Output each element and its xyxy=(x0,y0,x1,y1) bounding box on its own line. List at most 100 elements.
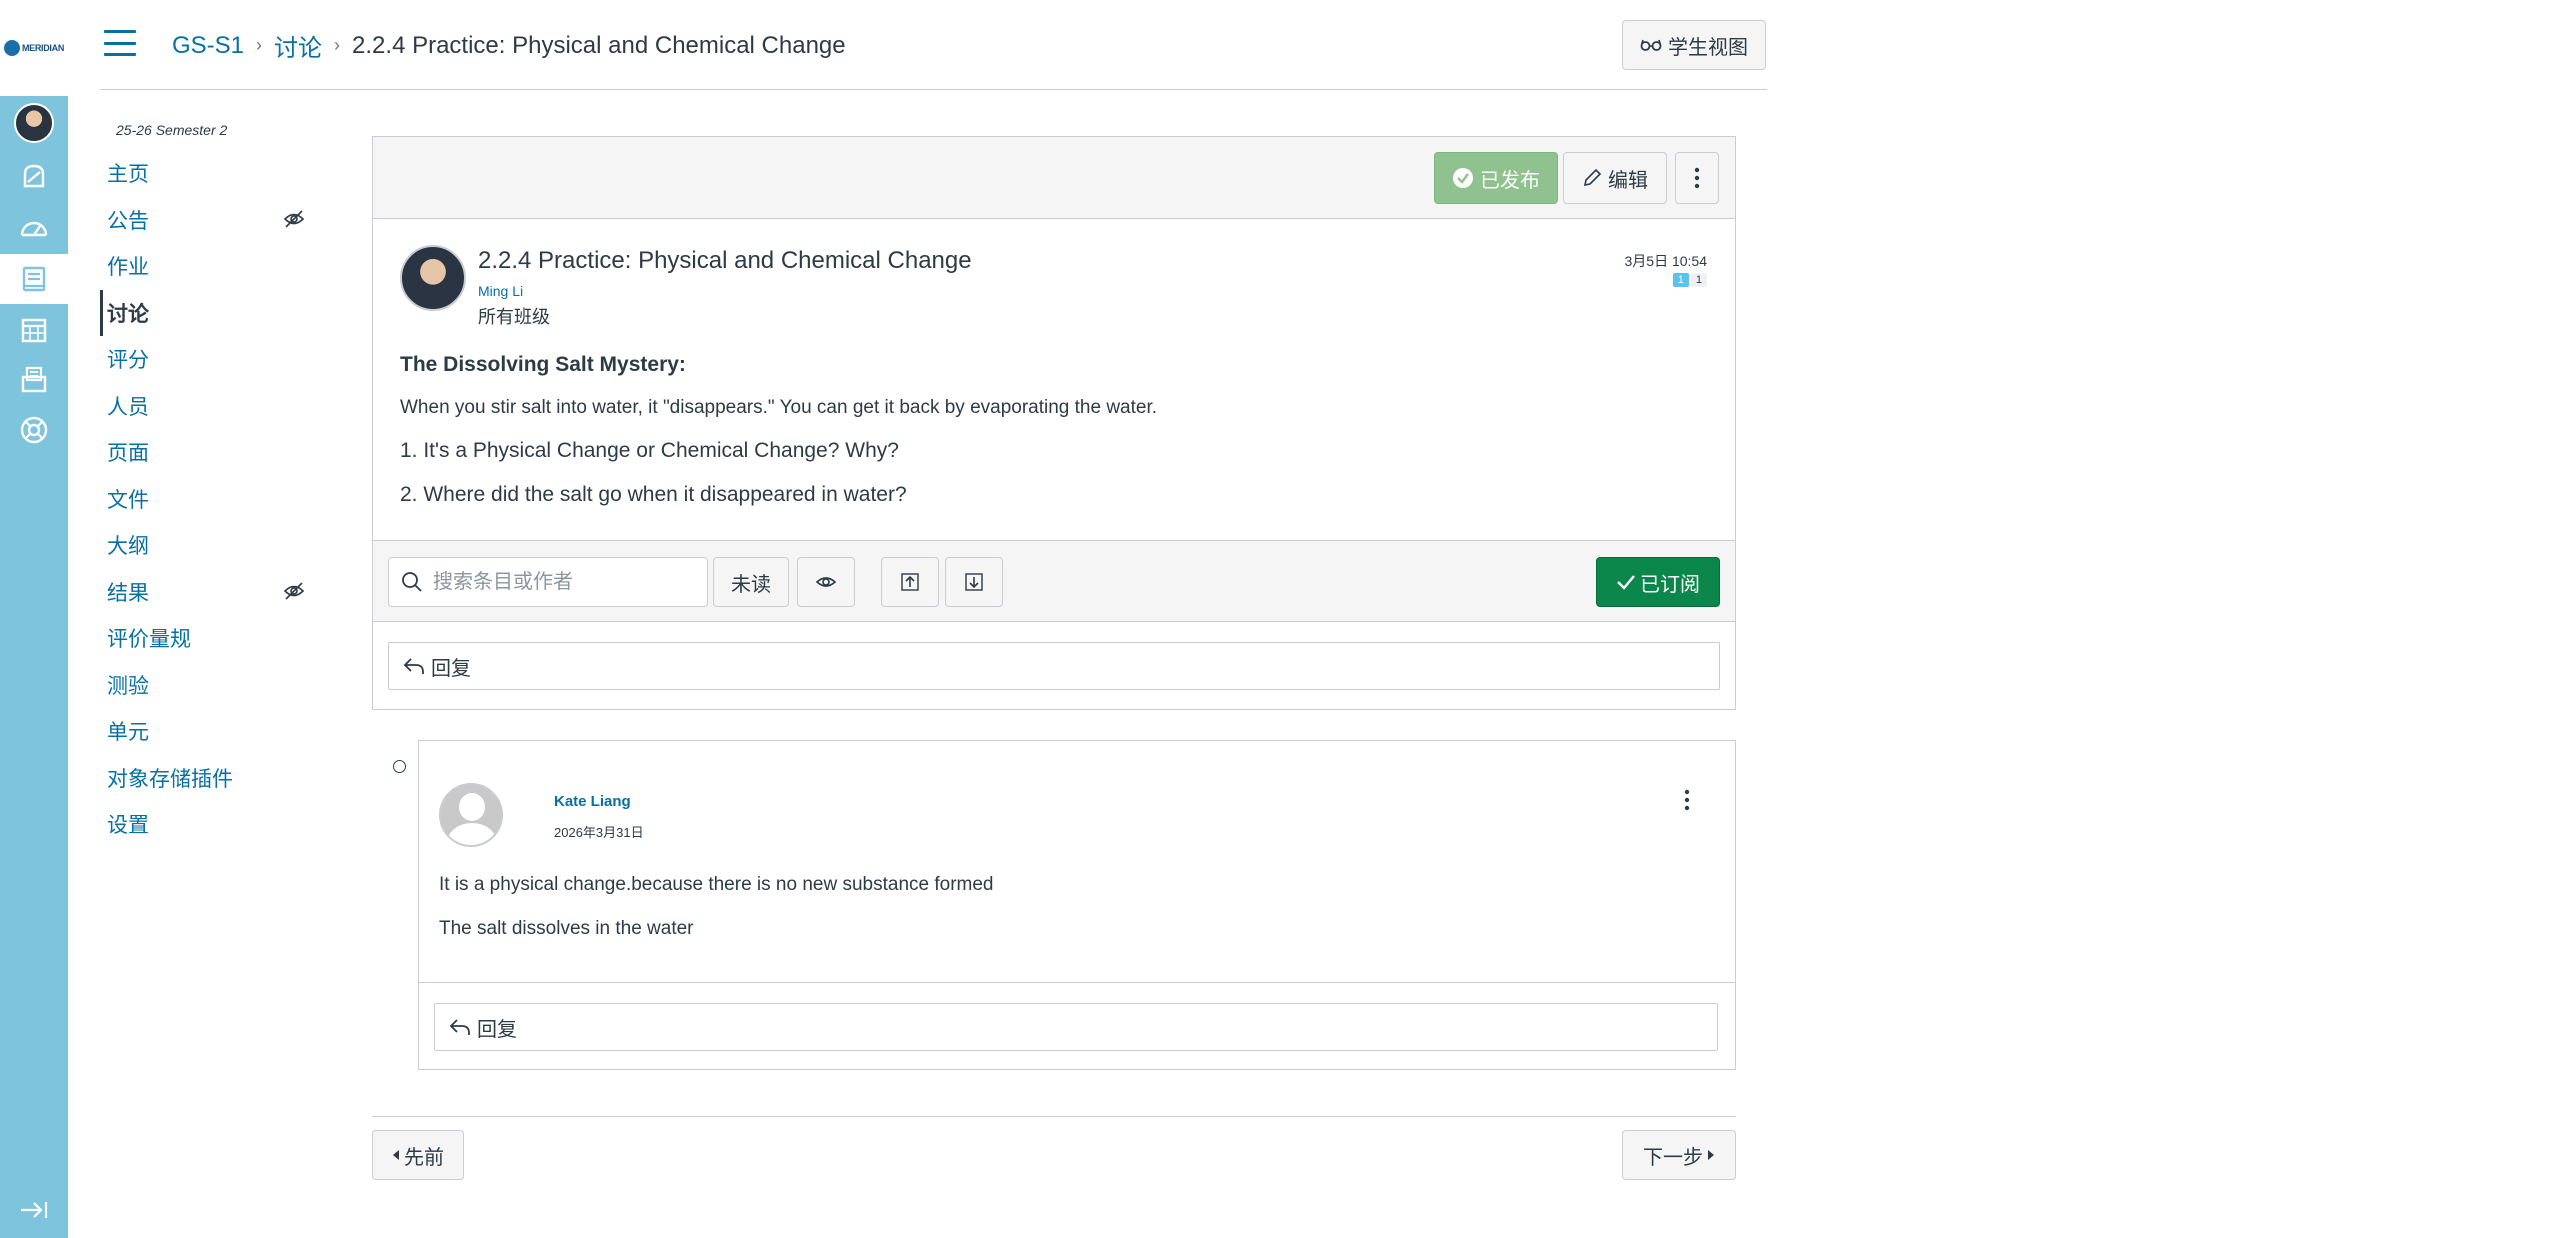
course-nav-syllabus[interactable]: 大纲 xyxy=(100,522,320,569)
course-nav-label: 结果 xyxy=(107,581,149,605)
course-nav-files[interactable]: 文件 xyxy=(100,476,320,523)
breadcrumb-course[interactable]: GS-S1 xyxy=(172,32,244,60)
course-nav-label: 讨论 xyxy=(107,302,149,326)
page-header: GS-S1 › 讨论 › 2.2.4 Practice: Physical an… xyxy=(100,0,1767,90)
unread-count-badge: 1 xyxy=(1672,273,1689,287)
reply-arrow-icon xyxy=(403,658,424,674)
collapse-replies-button[interactable] xyxy=(881,557,939,607)
next-button[interactable]: 下一步 xyxy=(1622,1130,1736,1180)
course-nav-rubrics[interactable]: 评价量规 xyxy=(100,615,320,662)
unread-filter-label: 未读 xyxy=(731,573,771,596)
glasses-icon xyxy=(1640,39,1662,51)
entry-author-avatar[interactable] xyxy=(439,783,503,847)
course-nav-object-storage[interactable]: 对象存储插件 xyxy=(100,755,320,802)
course-nav-grades[interactable]: 评分 xyxy=(100,336,320,383)
read-status-indicator[interactable] xyxy=(393,760,406,773)
school-logo[interactable]: MERIDIAN xyxy=(0,0,68,96)
reply-counts: 1 1 xyxy=(1672,273,1707,287)
collapse-up-icon xyxy=(901,573,919,591)
term-label: 25-26 Semester 2 xyxy=(116,122,228,138)
topic-header: 2.2.4 Practice: Physical and Chemical Ch… xyxy=(373,219,1735,353)
course-nav-outcomes[interactable]: 结果 xyxy=(100,569,320,616)
subscribed-button[interactable]: 已订阅 xyxy=(1596,557,1720,607)
published-button[interactable]: 已发布 xyxy=(1434,152,1558,204)
course-nav-label: 测验 xyxy=(107,674,149,698)
published-label: 已发布 xyxy=(1480,169,1540,192)
entry-message: It is a physical change.because there is… xyxy=(439,874,994,962)
course-nav-home[interactable]: 主页 xyxy=(100,150,320,197)
admin-shield-icon xyxy=(23,164,45,188)
nav-help[interactable] xyxy=(0,405,68,455)
student-view-button[interactable]: 学生视图 xyxy=(1622,20,1766,70)
logo-globe-icon xyxy=(3,40,20,56)
entry-reply-label: 回复 xyxy=(477,1018,517,1041)
nav-courses[interactable] xyxy=(0,254,68,304)
collapse-nav-button[interactable] xyxy=(0,1190,68,1230)
logo-text: MERIDIAN xyxy=(21,43,65,53)
course-nav-quizzes[interactable]: 测验 xyxy=(100,662,320,709)
topic-title: 2.2.4 Practice: Physical and Chemical Ch… xyxy=(478,247,972,274)
course-nav-people[interactable]: 人员 xyxy=(100,383,320,430)
course-nav-announcements[interactable]: 公告 xyxy=(100,197,320,244)
author-avatar[interactable] xyxy=(400,245,466,311)
calendar-icon xyxy=(21,318,47,343)
nav-dashboard[interactable] xyxy=(0,203,68,253)
mark-read-button[interactable] xyxy=(797,557,855,607)
nav-inbox[interactable] xyxy=(0,355,68,405)
topic-question: 2. Where did the salt go when it disappe… xyxy=(400,483,907,506)
help-lifebuoy-icon xyxy=(20,416,48,444)
course-nav-label: 对象存储插件 xyxy=(107,767,233,791)
student-view-label: 学生视图 xyxy=(1668,36,1748,59)
unread-filter-button[interactable]: 未读 xyxy=(713,557,789,607)
course-nav-label: 单元 xyxy=(107,721,149,745)
topic-author-link[interactable]: Ming Li xyxy=(478,283,523,299)
entry-message-line: The salt dissolves in the water xyxy=(439,918,694,939)
reply-arrow-icon xyxy=(449,1019,470,1035)
breadcrumb-current: 2.2.4 Practice: Physical and Chemical Ch… xyxy=(352,31,846,59)
course-nav-discussions[interactable]: 讨论 xyxy=(100,289,320,336)
course-nav-modules[interactable]: 单元 xyxy=(100,708,320,755)
nav-admin[interactable] xyxy=(0,152,68,202)
search-input[interactable] xyxy=(433,570,693,594)
discussion-filter-bar: 未读 已订阅 xyxy=(373,540,1735,622)
edit-button[interactable]: 编辑 xyxy=(1563,152,1667,204)
subscribed-label: 已订阅 xyxy=(1640,573,1700,596)
courses-book-icon xyxy=(22,266,46,292)
entry-author-link[interactable]: Kate Liang xyxy=(554,793,631,810)
eye-icon xyxy=(815,577,837,587)
topic-section: 所有班级 xyxy=(478,307,550,327)
course-nav-settings[interactable]: 设置 xyxy=(100,801,320,848)
course-nav-label: 大纲 xyxy=(107,535,149,559)
entry-options-button[interactable] xyxy=(1684,789,1690,817)
course-nav-assignments[interactable]: 作业 xyxy=(100,243,320,290)
hamburger-bar xyxy=(104,30,136,33)
nav-calendar[interactable] xyxy=(0,305,68,355)
search-icon xyxy=(402,572,422,592)
expand-replies-button[interactable] xyxy=(945,557,1003,607)
next-label: 下一步 xyxy=(1643,1146,1703,1169)
search-box[interactable] xyxy=(388,557,708,607)
breadcrumb-discussions[interactable]: 讨论 xyxy=(274,28,322,63)
previous-label: 先前 xyxy=(404,1146,444,1169)
topic-options-button[interactable] xyxy=(1675,152,1719,204)
course-nav-pages[interactable]: 页面 xyxy=(100,429,320,476)
pager-divider xyxy=(372,1116,1736,1117)
course-nav-label: 页面 xyxy=(107,442,149,466)
nav-account[interactable] xyxy=(0,98,68,148)
account-avatar xyxy=(14,103,54,143)
course-nav-label: 主页 xyxy=(107,163,149,187)
topic-body: The Dissolving Salt Mystery: When you st… xyxy=(400,353,1700,507)
logo-mark: MERIDIAN xyxy=(3,40,65,56)
breadcrumb-separator: › xyxy=(334,35,341,55)
topic-date: 3月5日 10:54 xyxy=(1624,253,1708,269)
reply-button[interactable]: 回复 xyxy=(388,642,1720,690)
pencil-icon xyxy=(1583,168,1602,187)
caret-left-icon xyxy=(393,1150,399,1160)
topic-body-text: When you stir salt into water, it "disap… xyxy=(400,397,1158,418)
previous-button[interactable]: 先前 xyxy=(372,1130,464,1180)
entry-reply-button[interactable]: 回复 xyxy=(434,1003,1718,1051)
hamburger-bar xyxy=(104,41,136,45)
course-menu-toggle[interactable] xyxy=(104,30,136,56)
course-nav-label: 人员 xyxy=(107,395,149,419)
kebab-menu-icon xyxy=(1684,789,1690,811)
